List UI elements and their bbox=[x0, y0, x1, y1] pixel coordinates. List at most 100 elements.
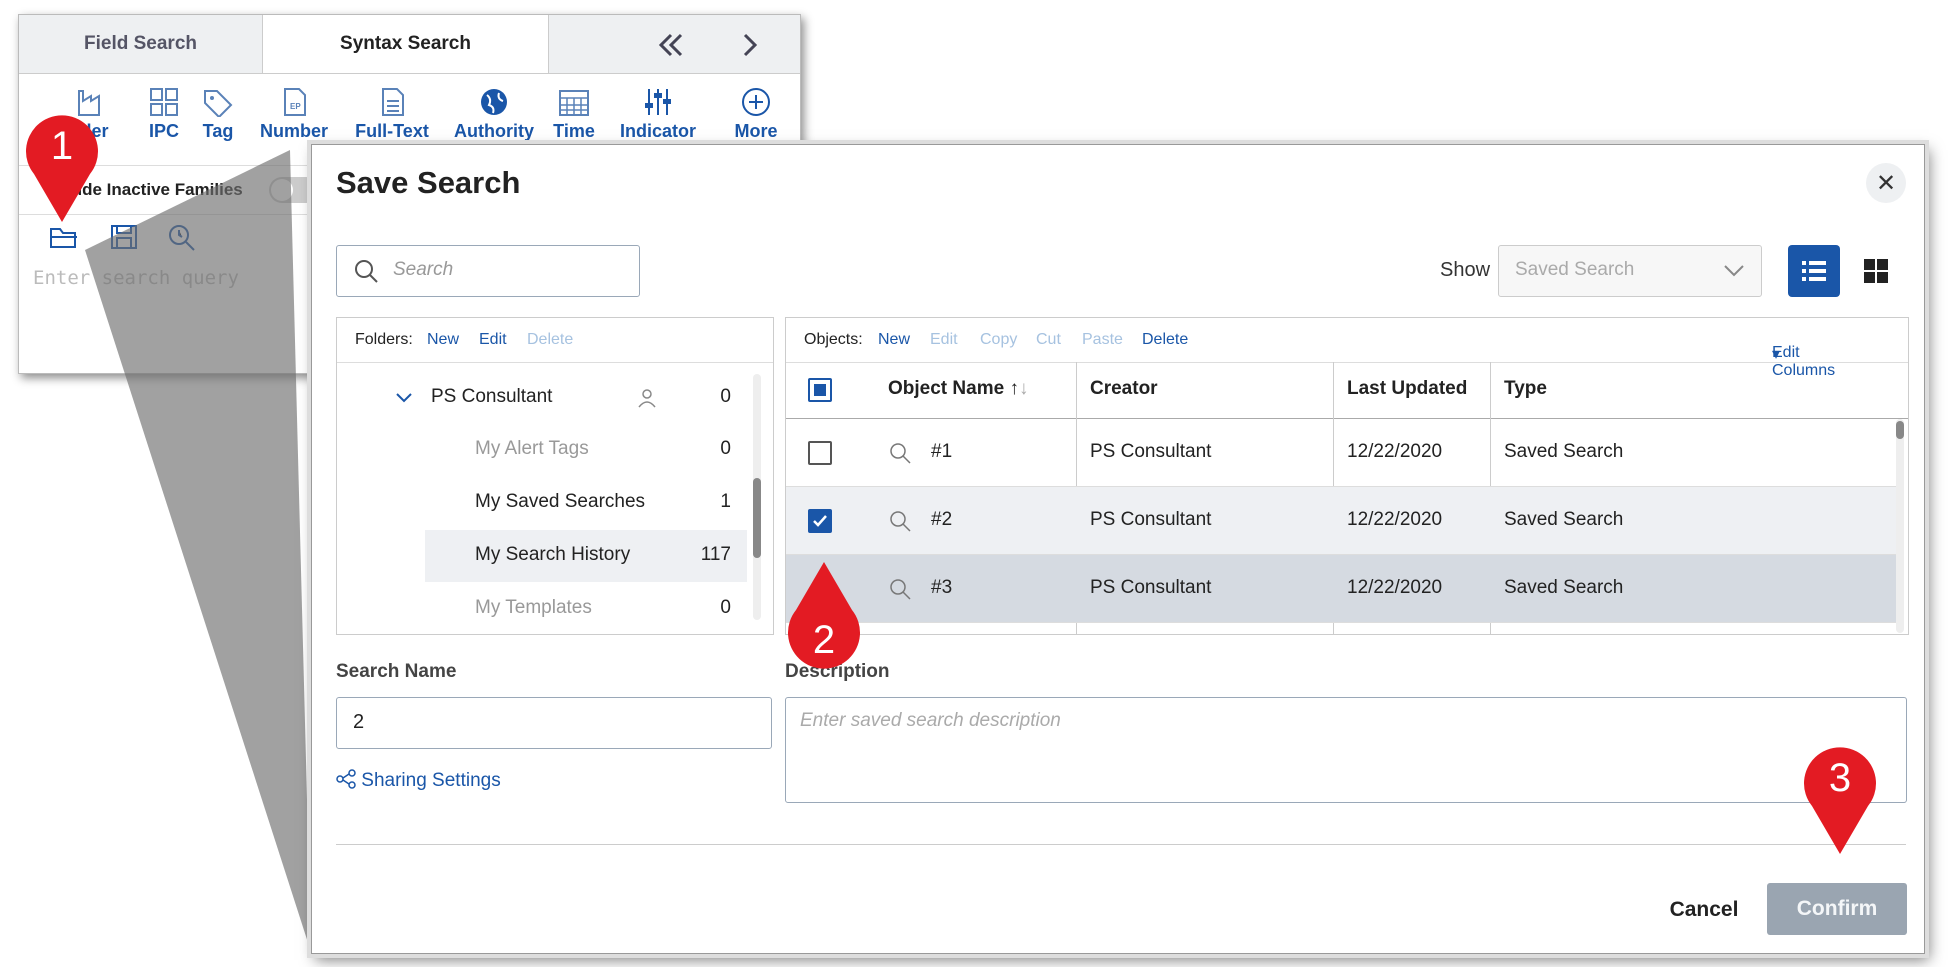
chevron-right-icon[interactable] bbox=[731, 25, 771, 65]
tag-icon bbox=[204, 90, 233, 117]
step-number: 3 bbox=[1828, 756, 1852, 800]
step-number: 2 bbox=[812, 618, 836, 662]
folders-toolbar: Folders: New Edit Delete bbox=[337, 318, 773, 363]
cancel-button[interactable]: Cancel bbox=[1644, 885, 1764, 935]
objects-scrollbar[interactable] bbox=[1896, 419, 1904, 633]
table-row[interactable]: #3 PS Consultant 12/22/2020 Saved Search bbox=[786, 555, 1896, 623]
search-input[interactable]: Search bbox=[336, 245, 640, 297]
tab-field-search[interactable]: Field Search bbox=[19, 15, 262, 73]
tool-label: Time bbox=[553, 121, 595, 141]
list-view-button[interactable] bbox=[1788, 245, 1840, 297]
tool-indicator[interactable]: Indicator bbox=[603, 87, 713, 142]
folder-new-link[interactable]: New bbox=[427, 331, 459, 349]
plus-circle-icon bbox=[742, 88, 770, 116]
show-select[interactable]: Saved Search bbox=[1498, 245, 1762, 297]
select-all-checkbox[interactable] bbox=[808, 378, 832, 402]
row-checkbox[interactable] bbox=[808, 441, 832, 465]
tool-time[interactable]: Time bbox=[539, 87, 609, 142]
column-header-creator[interactable]: Creator bbox=[1090, 378, 1158, 400]
tool-label: IPC bbox=[148, 121, 179, 141]
object-type: Saved Search bbox=[1504, 441, 1624, 462]
search-name-value: 2 bbox=[353, 711, 365, 733]
folder-item-search-history[interactable]: My Search History 117 bbox=[425, 530, 747, 582]
objects-label: Objects: bbox=[804, 331, 863, 348]
confirm-button[interactable]: Confirm bbox=[1767, 883, 1907, 935]
folder-item-ps-consultant[interactable]: PS Consultant 0 bbox=[337, 372, 747, 424]
tool-label: Full-Text bbox=[355, 121, 429, 141]
folder-name: PS Consultant bbox=[431, 386, 553, 407]
folder-open-icon[interactable] bbox=[49, 225, 79, 251]
globe-icon bbox=[481, 89, 507, 115]
folder-item-alert-tags[interactable]: My Alert Tags 0 bbox=[337, 424, 747, 476]
objects-toolbar: Objects: New Edit Copy Cut Paste Delete … bbox=[786, 318, 1908, 379]
folder-count: 0 bbox=[720, 438, 731, 459]
table-header: Object Name ↑↓ Creator Last Updated Type bbox=[786, 362, 1908, 419]
object-paste-link[interactable]: Paste bbox=[1082, 331, 1123, 349]
factory-icon bbox=[78, 90, 100, 116]
folder-count: 0 bbox=[720, 597, 731, 618]
dialog-title: Save Search bbox=[336, 165, 521, 200]
table-row[interactable]: #1 PS Consultant 12/22/2020 Saved Search bbox=[786, 419, 1896, 487]
object-delete-link[interactable]: Delete bbox=[1142, 331, 1188, 349]
tool-authority[interactable]: Authority bbox=[439, 87, 549, 142]
save-icon[interactable] bbox=[109, 223, 139, 251]
creator: PS Consultant bbox=[1090, 577, 1212, 598]
footer-divider bbox=[336, 844, 1906, 845]
object-edit-link[interactable]: Edit bbox=[930, 331, 958, 349]
tool-more[interactable]: More bbox=[721, 87, 791, 142]
objects-panel: Objects: New Edit Copy Cut Paste Delete … bbox=[785, 317, 1909, 635]
last-updated: 12/22/2020 bbox=[1347, 577, 1443, 598]
tool-label: Authority bbox=[454, 121, 534, 141]
column-header-type[interactable]: Type bbox=[1504, 378, 1547, 400]
creator: PS Consultant bbox=[1090, 509, 1212, 530]
object-copy-link[interactable]: Copy bbox=[980, 331, 1017, 349]
last-updated: 12/22/2020 bbox=[1347, 441, 1443, 462]
object-name: #2 bbox=[931, 509, 953, 530]
history-search-icon[interactable] bbox=[167, 223, 197, 251]
query-placeholder: Enter search query bbox=[33, 267, 239, 289]
object-cut-link[interactable]: Cut bbox=[1036, 331, 1061, 349]
folder-count: 1 bbox=[720, 491, 731, 512]
chevron-down-icon bbox=[396, 393, 412, 403]
folder-item-templates[interactable]: My Templates 0 bbox=[337, 583, 747, 633]
table-row[interactable]: #2 PS Consultant 12/22/2020 Saved Search bbox=[786, 487, 1896, 555]
tool-full-text[interactable]: Full-Text bbox=[337, 87, 447, 142]
step-marker-1: 1 bbox=[22, 114, 102, 224]
close-button[interactable]: ✕ bbox=[1866, 163, 1906, 203]
folder-item-saved-searches[interactable]: My Saved Searches 1 bbox=[337, 477, 747, 529]
double-chevron-left-icon[interactable] bbox=[651, 25, 691, 65]
step-marker-2: 2 bbox=[784, 560, 864, 670]
list-icon bbox=[1802, 261, 1826, 281]
object-type: Saved Search bbox=[1504, 577, 1624, 598]
sharing-settings-link[interactable]: Sharing Settings bbox=[336, 769, 501, 792]
grid-icon bbox=[150, 88, 178, 116]
search-icon bbox=[890, 443, 911, 464]
row-checkbox-checked[interactable] bbox=[808, 509, 832, 533]
sharing-settings-label: Sharing Settings bbox=[361, 770, 501, 791]
close-icon: ✕ bbox=[1875, 169, 1897, 197]
checkmark-icon bbox=[813, 515, 827, 527]
tool-label: Tag bbox=[202, 121, 234, 141]
folder-name: My Saved Searches bbox=[475, 491, 646, 512]
folder-edit-link[interactable]: Edit bbox=[479, 331, 507, 349]
search-tabs: Field Search Syntax Search bbox=[19, 15, 800, 74]
chevron-down-icon bbox=[1724, 265, 1744, 277]
object-name: #3 bbox=[931, 577, 953, 598]
description-textarea[interactable]: Enter saved search description bbox=[785, 697, 1907, 803]
search-icon bbox=[890, 511, 911, 532]
step-marker-3: 3 bbox=[1800, 746, 1880, 856]
tab-syntax-search[interactable]: Syntax Search bbox=[262, 15, 549, 73]
search-name-input[interactable]: 2 bbox=[336, 697, 772, 749]
column-label: Object Name bbox=[888, 378, 1005, 399]
folder-delete-link[interactable]: Delete bbox=[527, 331, 573, 349]
folders-scrollbar[interactable] bbox=[753, 374, 761, 620]
object-new-link[interactable]: New bbox=[878, 331, 910, 349]
column-header-last-updated[interactable]: Last Updated bbox=[1347, 378, 1467, 400]
folder-name: My Templates bbox=[475, 597, 592, 618]
tool-number[interactable]: EP Number bbox=[239, 87, 349, 142]
grid-view-button[interactable] bbox=[1860, 255, 1892, 287]
search-icon bbox=[355, 260, 378, 283]
column-header-object-name[interactable]: Object Name ↑↓ bbox=[888, 378, 1028, 400]
object-type: Saved Search bbox=[1504, 509, 1624, 530]
tool-label: More bbox=[734, 121, 778, 141]
